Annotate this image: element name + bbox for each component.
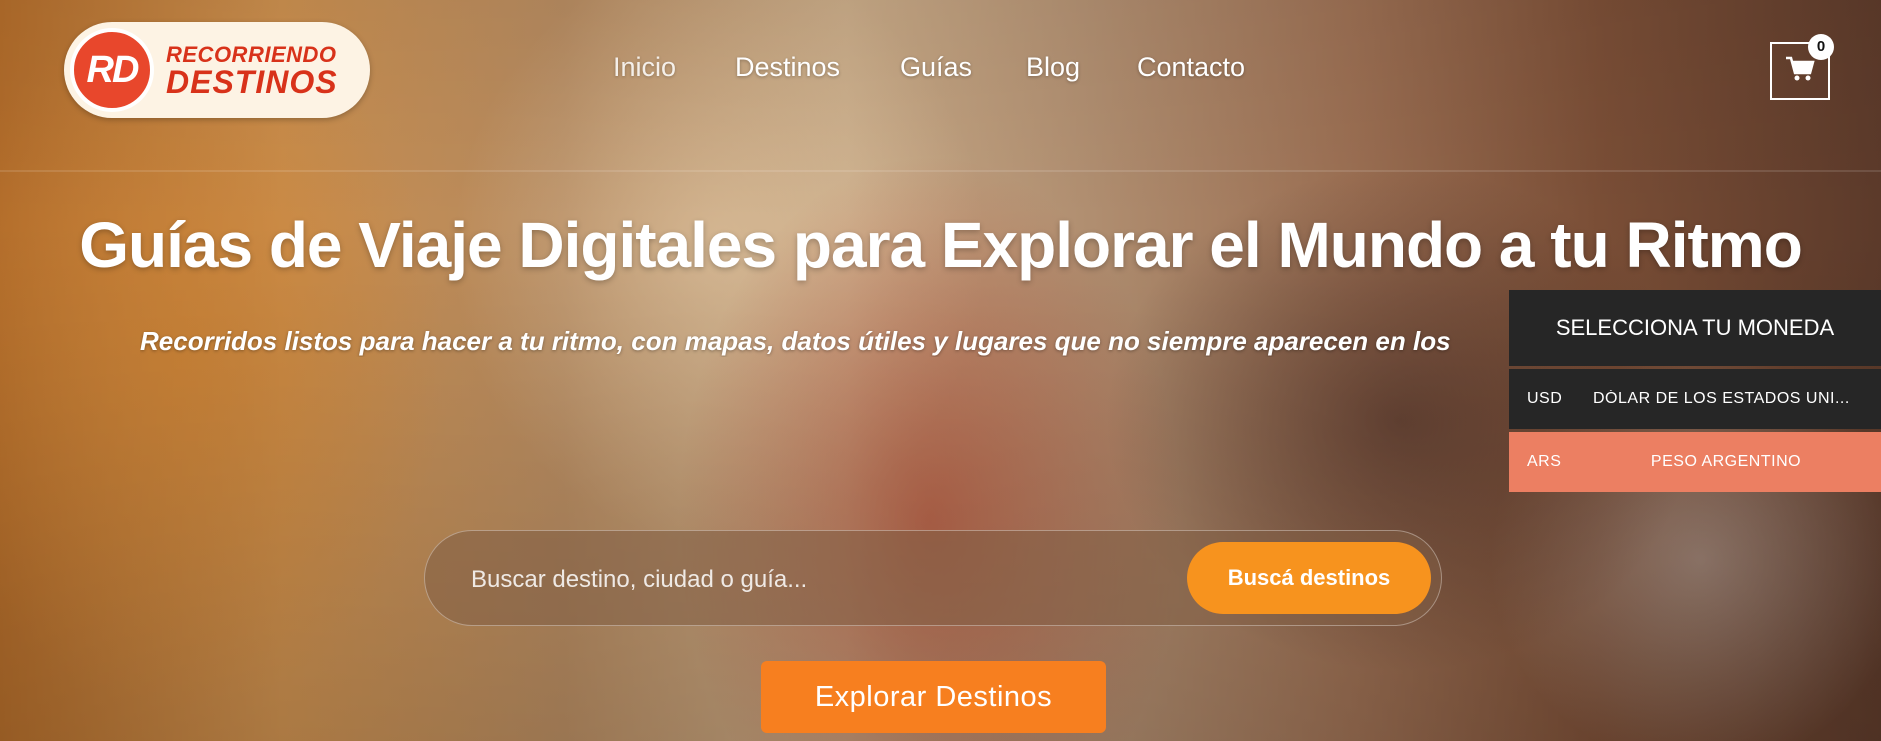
currency-name: DÓLAR DE LOS ESTADOS UNI... bbox=[1593, 390, 1850, 407]
logo-badge-text: RD bbox=[86, 48, 140, 91]
logo-text-line2: DESTINOS bbox=[166, 64, 338, 100]
cart-count-badge: 0 bbox=[1808, 34, 1834, 60]
site-logo[interactable]: RD RECORRIENDO DESTINOS bbox=[64, 22, 370, 118]
currency-code: ARS bbox=[1527, 453, 1562, 470]
cart-icon bbox=[1785, 55, 1815, 87]
hero-subtitle: Recorridos listos para hacer a tu ritmo,… bbox=[140, 326, 1451, 356]
currency-option-ars[interactable]: ARS PESO ARGENTINO bbox=[1509, 432, 1881, 492]
currency-name: PESO ARGENTINO bbox=[1650, 453, 1802, 470]
search-button[interactable]: Buscá destinos bbox=[1187, 542, 1431, 614]
hero-band bbox=[0, 170, 1881, 172]
explore-destinations-button[interactable]: Explorar Destinos bbox=[761, 661, 1106, 733]
nav-item-destinos[interactable]: Destinos bbox=[735, 52, 840, 83]
currency-selector-title: SELECCIONA TU MONEDA bbox=[1509, 290, 1881, 366]
search-input[interactable] bbox=[469, 555, 1173, 605]
currency-option-usd[interactable]: USD DÓLAR DE LOS ESTADOS UNI... bbox=[1509, 369, 1881, 429]
nav-item-inicio[interactable]: Inicio bbox=[613, 52, 676, 83]
nav-item-blog[interactable]: Blog bbox=[1026, 52, 1080, 83]
search-bar: Buscá destinos bbox=[424, 530, 1442, 626]
currency-code: USD bbox=[1527, 390, 1563, 407]
logo-badge: RD bbox=[70, 28, 154, 112]
nav-item-guias[interactable]: Guías bbox=[900, 52, 972, 83]
hero-title: Guías de Viaje Digitales para Explorar e… bbox=[79, 209, 1803, 281]
nav-item-contacto[interactable]: Contacto bbox=[1137, 52, 1245, 83]
